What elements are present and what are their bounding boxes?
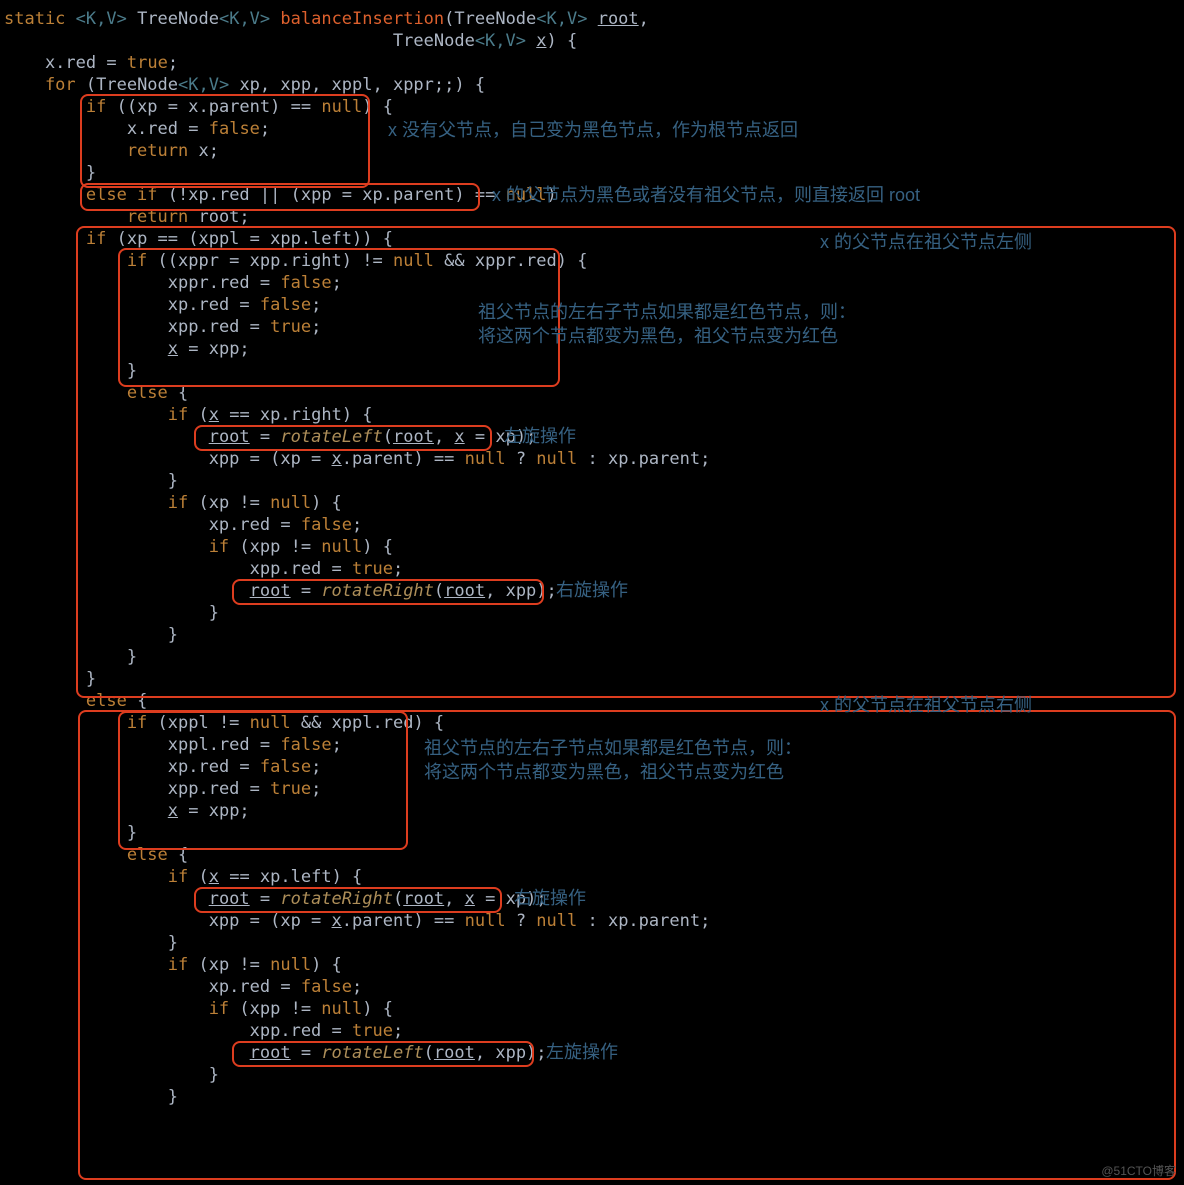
note-rotate-right-2: 右旋操作 [514, 886, 586, 910]
note-rotate-right-1: 右旋操作 [556, 578, 628, 602]
note-right-uncle: 祖父节点的左右子节点如果都是红色节点，则： 将这两个节点都变为黑色，祖父节点变为… [424, 736, 802, 784]
watermark: @51CTO博客 [1101, 1162, 1176, 1179]
note-rotate-left-2: 左旋操作 [546, 1040, 618, 1064]
note-right-side: x 的父节点在祖父节点右侧 [820, 693, 1032, 717]
note-rotate-left-1: 左旋操作 [504, 424, 576, 448]
code-block: static <K,V> TreeNode<K,V> balanceInsert… [0, 0, 1184, 1112]
note-parent-black: x 的父节点为黑色或者没有祖父节点，则直接返回 root [492, 183, 920, 207]
note-left-uncle: 祖父节点的左右子节点如果都是红色节点，则： 将这两个节点都变为黑色，祖父节点变为… [478, 300, 856, 348]
note-left-side: x 的父节点在祖父节点左侧 [820, 230, 1032, 254]
note-no-parent: x 没有父节点，自己变为黑色节点，作为根节点返回 [388, 118, 798, 142]
